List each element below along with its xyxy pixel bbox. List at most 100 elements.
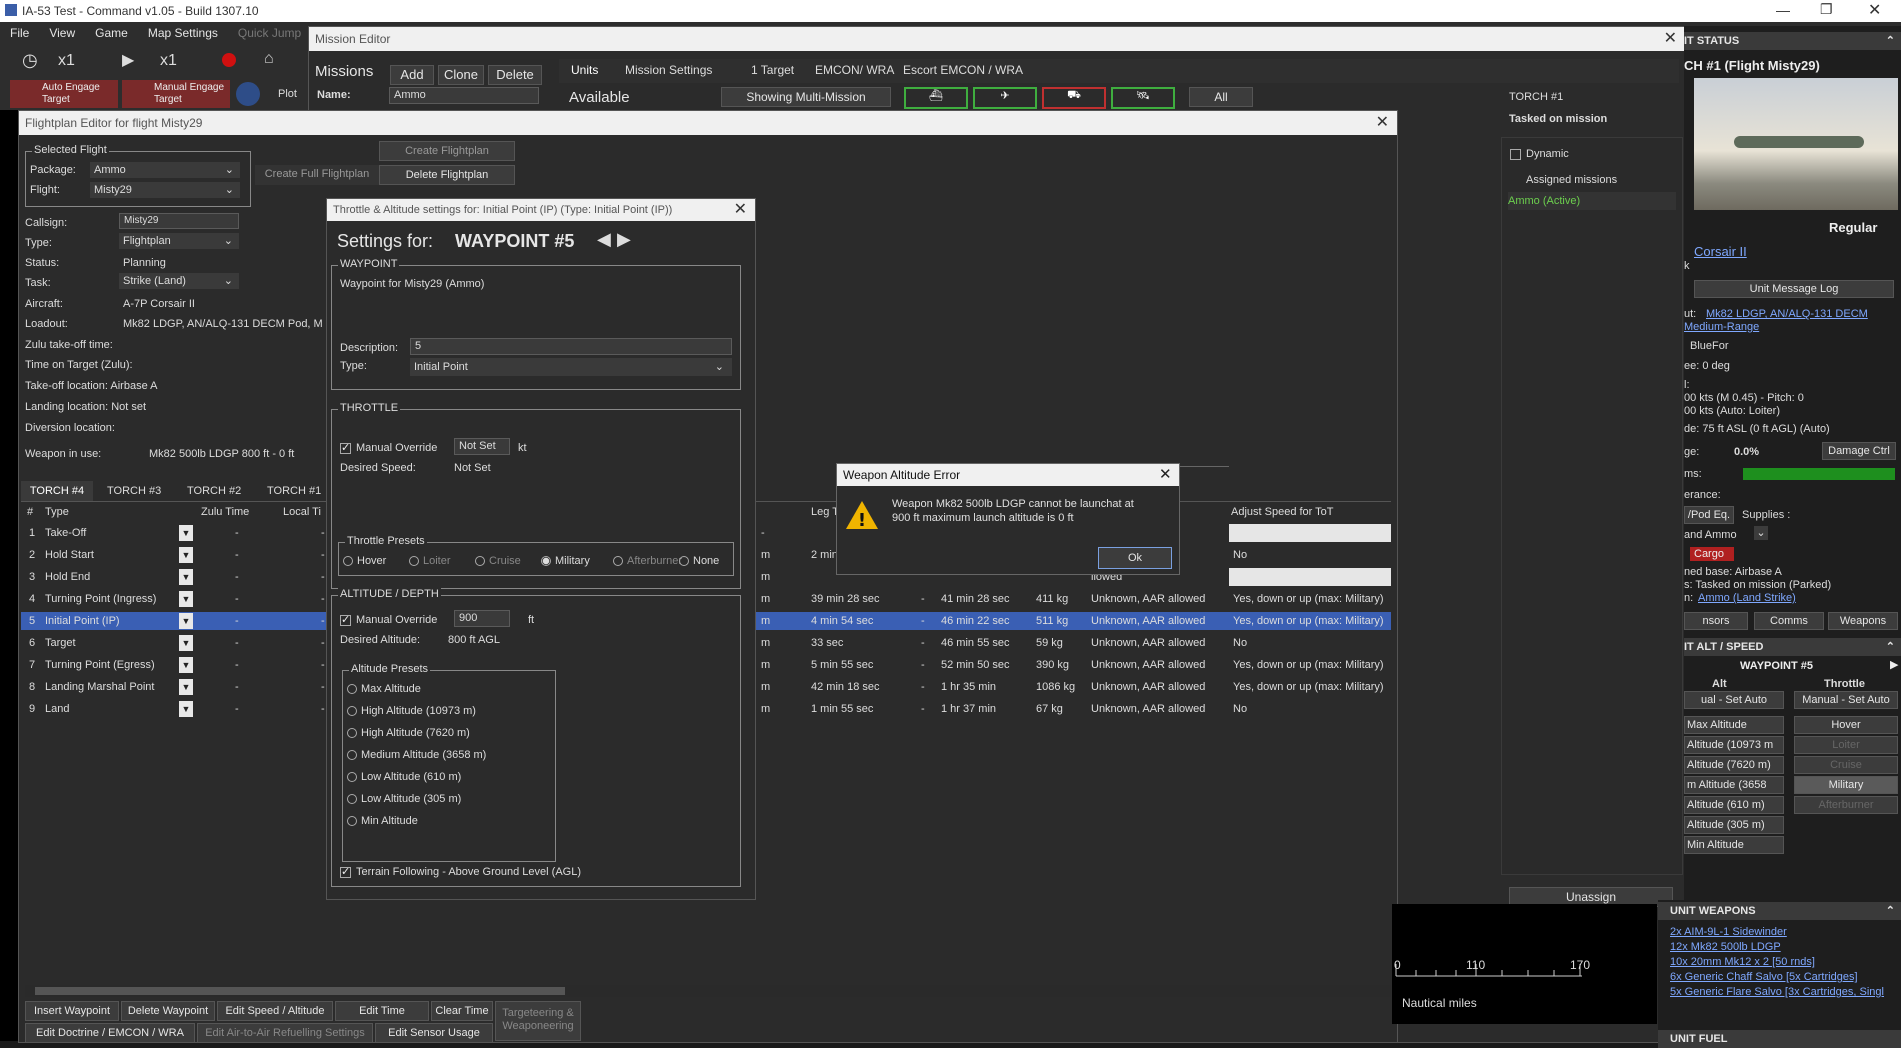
radio-icon[interactable] — [347, 728, 357, 739]
throttle-preset-button[interactable]: Military — [1794, 776, 1898, 794]
type-select[interactable]: Flightplan ⌄ — [119, 233, 239, 249]
radio-icon[interactable] — [347, 816, 357, 827]
edit-doctrine-button[interactable]: Edit Doctrine / EMCON / WRA — [25, 1023, 195, 1043]
delete-mission-button[interactable]: Delete — [488, 65, 542, 85]
throttle-preset-button[interactable]: Cruise — [1794, 756, 1898, 774]
chevron-down-icon[interactable]: ▼ — [179, 591, 193, 607]
package-select[interactable]: Ammo ⌄ — [90, 162, 240, 178]
weapon-link[interactable]: 6x Generic Chaff Salvo [5x Cartridges] — [1670, 971, 1858, 983]
description-input[interactable]: 5 — [410, 338, 732, 355]
tab-torch-4[interactable]: TORCH #4 — [21, 481, 93, 501]
wp-type-select[interactable]: Initial Point ⌄ — [410, 358, 732, 376]
clear-time-button[interactable]: Clear Time — [431, 1001, 493, 1021]
close-icon[interactable]: ✕ — [734, 199, 747, 221]
loadout-link-2[interactable]: Medium-Range — [1684, 321, 1759, 333]
altitude-preset-option[interactable]: Min Altitude — [347, 815, 418, 827]
manual-engage-button[interactable]: Manual Engage Target — [122, 80, 230, 108]
plot-icon[interactable] — [236, 82, 260, 106]
scrollbar-thumb[interactable] — [35, 987, 565, 995]
radio-icon[interactable] — [343, 556, 353, 567]
dynamic-checkbox[interactable]: Dynamic — [1510, 148, 1569, 160]
preset-loiter[interactable]: Loiter — [409, 555, 451, 567]
menu-quick-jump[interactable]: Quick Jump — [228, 22, 311, 44]
edit-time-button[interactable]: Edit Time — [335, 1001, 429, 1021]
altitude-preset-option[interactable]: Max Altitude — [347, 683, 421, 695]
tab-units[interactable]: Units — [571, 63, 598, 77]
delete-waypoint-button[interactable]: Delete Waypoint — [121, 1001, 215, 1021]
terrain-following[interactable]: Terrain Following - Above Ground Level (… — [340, 865, 581, 878]
weapon-link[interactable]: 5x Generic Flare Salvo [3x Cartridges, S… — [1670, 986, 1884, 998]
insert-waypoint-button[interactable]: Insert Waypoint — [25, 1001, 119, 1021]
throttle-set-auto-button[interactable]: Manual - Set Auto — [1794, 691, 1898, 709]
close-icon[interactable]: ✕ — [1868, 0, 1881, 20]
altitude-preset-option[interactable]: High Altitude (10973 m) — [347, 705, 476, 717]
chevron-down-icon[interactable]: ▼ — [179, 525, 193, 541]
launch-icon[interactable]: ⌂ — [264, 50, 274, 68]
alt-preset-button[interactable]: Max Altitude — [1684, 716, 1784, 734]
chevron-down-icon[interactable]: ⌄ — [1754, 526, 1768, 540]
edit-aar-settings-button[interactable]: Edit Air-to-Air Refuelling Settings — [197, 1023, 373, 1043]
radio-icon[interactable] — [679, 556, 689, 567]
radio-icon[interactable] — [475, 556, 485, 567]
filter-all-button[interactable]: All — [1189, 87, 1253, 107]
minimize-icon[interactable]: — — [1776, 2, 1790, 18]
create-full-flightplan-button[interactable]: Create Full Flightplan — [255, 165, 379, 185]
menu-map-settings[interactable]: Map Settings — [138, 22, 228, 44]
menu-game[interactable]: Game — [85, 22, 138, 44]
radio-icon[interactable] — [347, 684, 357, 695]
throttle-preset-button[interactable]: Hover — [1794, 716, 1898, 734]
mission-link[interactable]: Ammo (Land Strike) — [1698, 592, 1796, 604]
mission-name-input[interactable]: Ammo — [389, 87, 539, 104]
preset-cruise[interactable]: Cruise — [475, 555, 521, 567]
checkbox-checked-icon[interactable] — [340, 441, 351, 454]
aircraft-link[interactable]: Corsair II — [1694, 244, 1747, 259]
checkbox-checked-icon[interactable] — [340, 613, 351, 626]
filter-ship-icon[interactable]: ⛴ — [904, 87, 968, 109]
next-waypoint-icon[interactable]: ▶ — [617, 229, 631, 250]
ok-button[interactable]: Ok — [1098, 547, 1172, 569]
collapse-icon[interactable]: ⌃ — [1886, 902, 1895, 920]
step-speed[interactable]: x1 — [160, 52, 177, 70]
weapon-link[interactable]: 2x AIM-9L-1 Sidewinder — [1670, 926, 1787, 938]
alt-preset-button[interactable]: Min Altitude — [1684, 836, 1784, 854]
targeteering-button[interactable]: Targeteering & Weaponeering — [495, 1001, 581, 1041]
radio-icon[interactable] — [613, 556, 623, 567]
auto-engage-button[interactable]: Auto Engage Target — [10, 80, 118, 108]
dynamic-check-icon[interactable] — [1510, 148, 1521, 160]
altitude-preset-option[interactable]: Low Altitude (610 m) — [347, 771, 461, 783]
assigned-mission-item[interactable]: Ammo (Active) — [1508, 192, 1676, 210]
preset-afterburner[interactable]: Afterburner — [613, 555, 682, 567]
loadout-link[interactable]: Mk82 LDGP, AN/ALQ-131 DECM — [1706, 308, 1868, 320]
next-icon[interactable]: ▶ — [1890, 658, 1898, 671]
alt-preset-button[interactable]: Altitude (10973 m — [1684, 736, 1784, 754]
tab-torch-1[interactable]: TORCH #1 — [267, 481, 321, 501]
alt-set-auto-button[interactable]: ual - Set Auto — [1684, 691, 1784, 709]
pod-eq-button[interactable]: /Pod Eq. — [1684, 506, 1734, 524]
tab-emcon[interactable]: EMCON/ WRA — [815, 63, 894, 77]
tab-mission-settings[interactable]: Mission Settings — [625, 63, 712, 77]
preset-hover[interactable]: Hover — [343, 555, 386, 567]
preset-military[interactable]: Military — [541, 555, 590, 567]
altitude-input[interactable]: 900 — [454, 610, 510, 627]
play-icon[interactable]: ▶ — [122, 50, 134, 70]
create-flightplan-button[interactable]: Create Flightplan — [379, 141, 515, 161]
alt-preset-button[interactable]: Altitude (7620 m) — [1684, 756, 1784, 774]
edit-speed-altitude-button[interactable]: Edit Speed / Altitude — [217, 1001, 333, 1021]
chevron-down-icon[interactable]: ▼ — [179, 679, 193, 695]
damage-ctrl-button[interactable]: Damage Ctrl — [1822, 442, 1896, 460]
weapons-button[interactable]: Weapons — [1828, 612, 1898, 630]
tab-target[interactable]: 1 Target — [751, 63, 794, 77]
flight-select[interactable]: Misty29 ⌄ — [90, 182, 240, 198]
weapon-link[interactable]: 10x 20mm Mk12 x 2 [50 rnds] — [1670, 956, 1815, 968]
chevron-down-icon[interactable]: ▼ — [179, 635, 193, 651]
checkbox-checked-icon[interactable] — [340, 865, 351, 878]
unit-message-log-button[interactable]: Unit Message Log — [1694, 280, 1894, 298]
alt-preset-button[interactable]: Altitude (305 m) — [1684, 816, 1784, 834]
throttle-preset-button[interactable]: Afterburner — [1794, 796, 1898, 814]
chevron-down-icon[interactable]: ▼ — [179, 657, 193, 673]
tab-torch-3[interactable]: TORCH #3 — [107, 481, 161, 501]
horizontal-scrollbar[interactable] — [25, 985, 1391, 997]
throttle-manual-override[interactable]: Manual Override — [340, 441, 437, 454]
collapse-icon[interactable]: ⌃ — [1886, 638, 1895, 656]
alt-preset-button[interactable]: m Altitude (3658 — [1684, 776, 1784, 794]
